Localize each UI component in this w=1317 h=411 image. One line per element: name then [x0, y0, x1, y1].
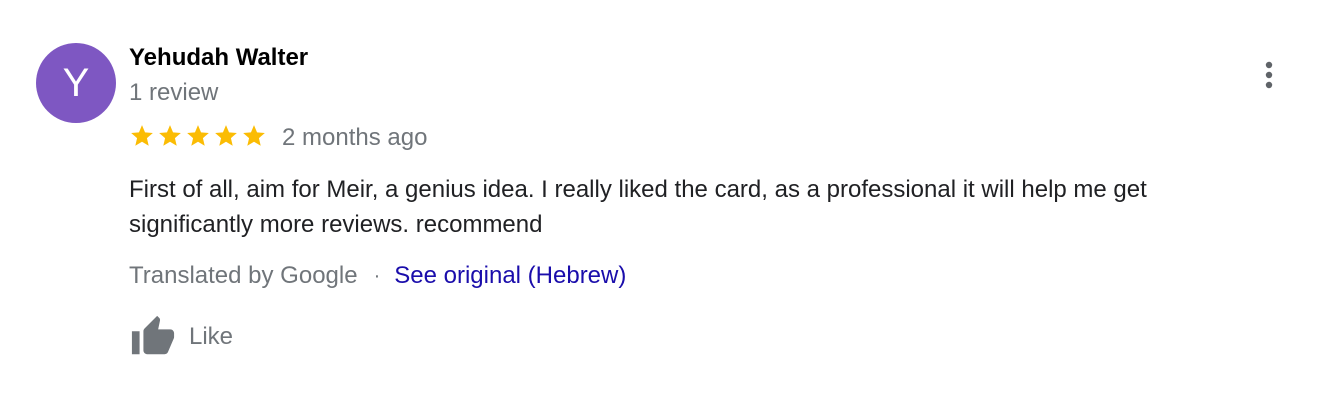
see-original-link[interactable]: See original (Hebrew) — [394, 261, 626, 291]
star-rating — [129, 123, 267, 151]
separator-dot: · — [373, 265, 381, 287]
star-icon — [215, 125, 237, 146]
star-icon — [159, 125, 181, 146]
translation-info: Translated by Google · See original (Heb… — [129, 261, 626, 291]
thumbs-up-icon — [131, 315, 175, 355]
like-label: Like — [189, 323, 234, 350]
review-time: 2 months ago — [282, 124, 428, 151]
like-button[interactable]: Like — [129, 314, 233, 360]
translated-by-label: Translated by Google — [129, 262, 358, 289]
star-icon — [131, 125, 153, 146]
review-text: First of all, aim for Meir, a genius ide… — [129, 176, 1147, 238]
star-icon — [243, 125, 265, 146]
reviewer-name[interactable]: Yehudah Walter — [129, 42, 308, 74]
review-count: 1 review — [129, 79, 219, 106]
avatar[interactable]: Y — [36, 43, 116, 123]
star-icon — [187, 125, 209, 146]
more-vert-icon[interactable] — [1253, 58, 1285, 94]
